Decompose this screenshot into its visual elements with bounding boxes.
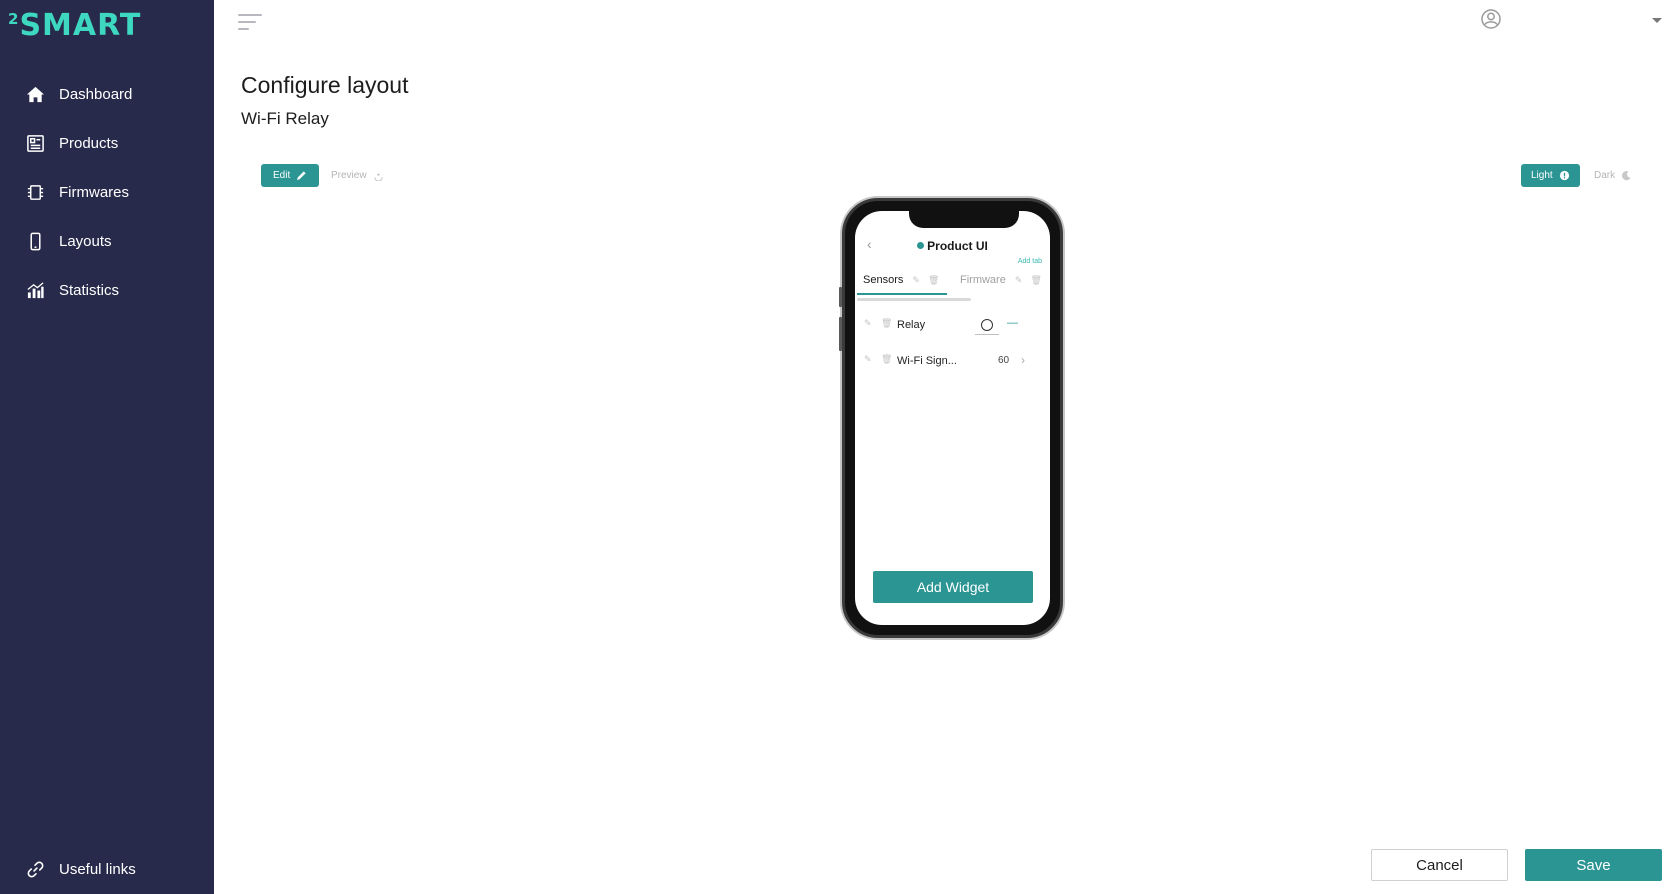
edit-tab-icon[interactable]: ✎	[1015, 275, 1023, 285]
sidebar-item-label: Firmwares	[59, 184, 129, 201]
sidebar-item-label: Useful links	[59, 861, 136, 878]
sun-icon	[1559, 170, 1569, 181]
delete-widget-icon[interactable]: 🗑	[881, 354, 892, 365]
tabs-scrollbar[interactable]	[857, 298, 971, 301]
edit-mode-label: Edit	[273, 170, 291, 181]
sidebar-item-statistics[interactable]: Statistics	[0, 266, 214, 315]
widget-value: 60	[998, 355, 1010, 366]
page-title: Configure layout	[241, 72, 409, 98]
delete-widget-icon[interactable]: 🗑	[881, 318, 892, 329]
save-button[interactable]: Save	[1525, 849, 1662, 881]
tab-label: Firmware	[960, 274, 1006, 286]
delete-tab-icon[interactable]: 🗑	[928, 275, 939, 285]
sidebar-item-label: Dashboard	[59, 86, 133, 103]
chip-icon	[25, 183, 45, 203]
add-tab-link[interactable]: Add tab	[1018, 258, 1042, 265]
chart-icon	[25, 281, 45, 301]
phone-side-button	[839, 317, 842, 351]
home-icon	[25, 85, 45, 105]
relay-toggle[interactable]	[981, 319, 993, 331]
sidebar-item-label: Products	[59, 135, 119, 152]
menu-toggle-icon[interactable]	[238, 14, 264, 32]
sidebar: 2 SMART Dashboard Products Firmwares Lay…	[0, 0, 214, 894]
tab-label: Sensors	[863, 274, 904, 286]
add-widget-button[interactable]: Add Widget	[873, 571, 1033, 603]
user-avatar-icon[interactable]	[1480, 8, 1502, 30]
product-ui-title-text: Product UI	[927, 239, 988, 253]
preview-mode-label: Preview	[331, 170, 367, 181]
sidebar-nav: Dashboard Products Firmwares Layouts Sta…	[0, 70, 214, 315]
phone-screen: ‹ Product UI Add tab Sensors ✎ 🗑 Firmwar…	[855, 211, 1050, 625]
dark-theme-button[interactable]: Dark	[1586, 164, 1640, 187]
sidebar-item-dashboard[interactable]: Dashboard	[0, 70, 214, 119]
phone-notch	[909, 211, 1019, 228]
status-dot-icon	[917, 242, 925, 249]
relay-state-indicator: —	[1007, 317, 1018, 329]
chevron-down-icon[interactable]	[1652, 18, 1662, 23]
edit-tab-icon[interactable]: ✎	[912, 275, 920, 285]
logo-text: SMART	[19, 8, 142, 43]
light-theme-button[interactable]: Light	[1521, 164, 1580, 187]
widget-label: Wi-Fi Sign...	[897, 355, 957, 367]
logo[interactable]: 2 SMART	[8, 10, 141, 42]
widget-row-relay[interactable]: ✎ 🗑 Relay —	[855, 316, 1050, 336]
phone-icon	[25, 232, 45, 252]
tab-sensors[interactable]: Sensors ✎ 🗑	[863, 274, 939, 286]
widget-row-wifi-signal[interactable]: ✎ 🗑 Wi-Fi Sign... 60 ›	[855, 352, 1050, 372]
sidebar-item-firmwares[interactable]: Firmwares	[0, 168, 214, 217]
tab-firmware[interactable]: Firmware ✎ 🗑	[960, 274, 1042, 286]
product-ui-title: Product UI	[855, 239, 1050, 253]
preview-mode-button[interactable]: Preview	[319, 164, 396, 187]
cancel-button[interactable]: Cancel	[1371, 849, 1508, 881]
link-icon	[25, 860, 45, 880]
phone-preview: ‹ Product UI Add tab Sensors ✎ 🗑 Firmwar…	[839, 198, 1063, 638]
dark-theme-label: Dark	[1594, 170, 1616, 181]
products-icon	[25, 134, 45, 154]
moon-icon	[1622, 171, 1631, 181]
logo-superscript: 2	[8, 10, 19, 28]
widget-label: Relay	[897, 319, 926, 331]
edit-widget-icon[interactable]: ✎	[864, 318, 872, 329]
chevron-right-icon[interactable]: ›	[1021, 353, 1025, 367]
edit-widget-icon[interactable]: ✎	[864, 354, 872, 365]
delete-tab-icon[interactable]: 🗑	[1031, 275, 1042, 285]
edit-mode-button[interactable]: Edit	[261, 164, 320, 187]
sidebar-item-label: Statistics	[59, 282, 120, 299]
sidebar-item-useful-links[interactable]: Useful links	[0, 845, 214, 894]
sidebar-item-products[interactable]: Products	[0, 119, 214, 168]
light-theme-label: Light	[1531, 170, 1553, 181]
preview-icon	[373, 173, 383, 181]
page-subtitle: Wi-Fi Relay	[241, 109, 329, 128]
sidebar-item-label: Layouts	[59, 233, 112, 250]
sidebar-footer: Useful links	[0, 845, 214, 894]
sidebar-item-layouts[interactable]: Layouts	[0, 217, 214, 266]
phone-side-button	[839, 287, 842, 307]
toggle-underline	[975, 334, 999, 335]
active-tab-indicator	[857, 293, 947, 295]
pencil-icon	[297, 171, 306, 181]
